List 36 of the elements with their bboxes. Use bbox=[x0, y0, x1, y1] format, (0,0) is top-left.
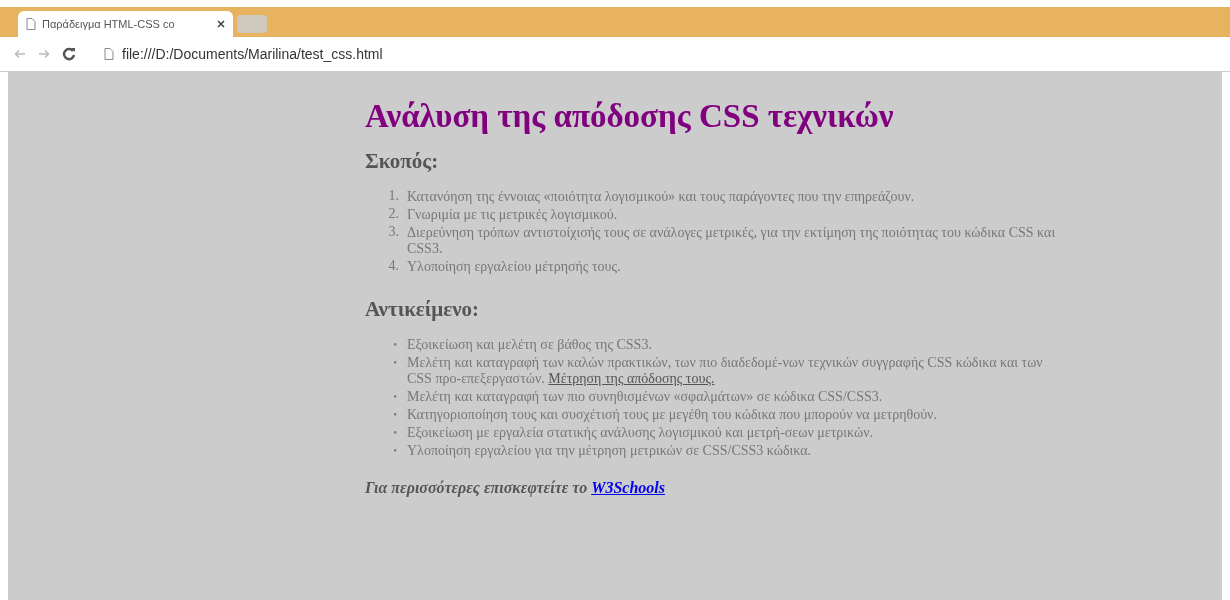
new-tab-button[interactable] bbox=[237, 15, 267, 33]
list-item: Διερεύνηση τρόπων αντιστοίχισής τους σε ανάλογες μετρικές, για την εκτίμηση της ποιότητας του κώδικα CSS και CSS3. bbox=[407, 224, 1057, 258]
list-marker: • bbox=[392, 389, 398, 404]
list-item: Κατηγοριοποίηση τους και συσχέτισή τους με μεγέθη του κώδικα που μπορούν να μετρηθούν. bbox=[407, 406, 938, 424]
list-marker: 4. bbox=[387, 258, 400, 275]
back-icon[interactable] bbox=[14, 49, 26, 59]
address-bar[interactable]: file:///D:/Documents/Marilina/test_css.html bbox=[96, 41, 1226, 67]
page-icon bbox=[104, 48, 114, 60]
list-item: Κατανόηση της έννοιας «ποιότητα λογισμικού» και τους παράγοντες που την επηρεάζουν. bbox=[407, 188, 916, 206]
section-heading: Αντικείμενο: bbox=[365, 296, 481, 322]
close-icon[interactable] bbox=[217, 20, 225, 28]
list-marker: • bbox=[392, 443, 398, 458]
footer-text: Για περισσότερες επισκεφτείτε το bbox=[365, 479, 588, 496]
page-icon bbox=[26, 18, 36, 30]
reload-icon[interactable] bbox=[62, 47, 76, 61]
forward-icon[interactable] bbox=[38, 49, 50, 59]
list-item: Υλοποίηση εργαλείου μέτρησής τους. bbox=[407, 258, 622, 276]
list-marker: 2. bbox=[387, 206, 400, 223]
list-marker: • bbox=[392, 337, 398, 352]
list-marker: • bbox=[392, 355, 398, 370]
section-heading: Σκοπός: bbox=[365, 148, 440, 174]
tab-title: Παράδειγμα HTML-CSS co bbox=[42, 16, 176, 32]
list-item: Εξοικείωση και μελέτη σε βάθος της CSS3. bbox=[407, 336, 653, 354]
list-item: Μελέτη και καταγραφή των καλών πρακτικών, των πιο διαδεδομέ-νων τεχνικών συγγραφής CSS κώδικα και των CSS προ-επεξεργαστών. Μέτρηση της απόδοσης τους. bbox=[407, 354, 1044, 388]
list-item: Υλοποίηση εργαλείου για την μέτρηση μετρικών σε CSS/CSS3 κώδικα. bbox=[407, 442, 813, 460]
list-item: Γνωριμία με τις μετρικές λογισμικού. bbox=[407, 206, 619, 224]
page-title: Ανάλυση της απόδοσης CSS τεχνικών bbox=[365, 97, 895, 136]
w3schools-link[interactable]: W3Schools bbox=[591, 479, 665, 496]
list-item: Εξοικείωση με εργαλεία στατικής ανάλυσης λογισμικού και μετρή-σεων μετρικών. bbox=[407, 424, 875, 442]
list-marker: • bbox=[392, 425, 398, 440]
list-marker: 3. bbox=[387, 224, 400, 241]
url-text: file:///D:/Documents/Marilina/test_css.html bbox=[122, 44, 383, 64]
list-marker: • bbox=[392, 407, 398, 422]
list-marker: 1. bbox=[387, 188, 400, 205]
list-item: Μελέτη και καταγραφή των πιο συνηθισμένων «σφαλμάτων» σε κώδικα CSS/CSS3. bbox=[407, 388, 884, 406]
browser-tab[interactable]: Παράδειγμα HTML-CSS co bbox=[18, 11, 233, 37]
